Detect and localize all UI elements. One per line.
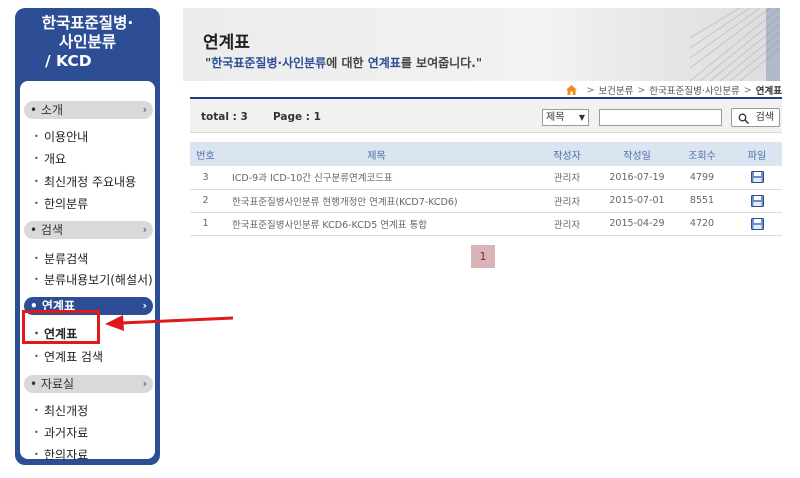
page-header-banner: 연계표 "한국표준질병·사인분류에 대한 연계표를 보여줍니다." — [183, 8, 780, 81]
row-author: 관리자 — [532, 166, 602, 190]
pagination-page-current[interactable]: 1 — [471, 245, 495, 268]
bullet-icon: • — [34, 177, 39, 186]
row-author: 관리자 — [532, 189, 602, 213]
breadcrumb-current: 연계표 — [755, 86, 782, 97]
menu-item-korean-medicine[interactable]: • 한의분류 — [20, 196, 150, 212]
column-header-number: 번호 — [190, 142, 221, 166]
menu-category-label: 소개 — [40, 103, 63, 117]
chevron-down-icon: ▼ — [578, 113, 585, 122]
column-header-date: 작성일 — [602, 142, 672, 166]
bullet-icon: • — [34, 132, 39, 141]
row-file — [732, 212, 782, 236]
disk-file-icon[interactable] — [750, 217, 764, 230]
row-views: 4799 — [672, 166, 732, 190]
bullet-icon: • — [34, 275, 39, 284]
table-row[interactable]: 2 한국표준질병사인분류 현행개정안 연계표(KCD7-KCD6) 관리자 20… — [190, 189, 782, 213]
row-file — [732, 166, 782, 190]
page-indicator: Page : 1 — [273, 111, 321, 123]
column-header-title: 제목 — [221, 142, 532, 166]
menu-item-korean-medicine-data[interactable]: • 한의자료 — [20, 447, 150, 463]
menu-item-classification-view[interactable]: • 분류내용보기(해설서) — [20, 272, 153, 288]
column-header-views: 조회수 — [672, 142, 732, 166]
page-description: "한국표준질병·사인분류에 대한 연계표를 보여줍니다." — [205, 56, 483, 70]
home-icon[interactable] — [566, 85, 578, 95]
chevron-right-icon: › — [142, 103, 147, 116]
row-views: 4720 — [672, 212, 732, 236]
row-title-link[interactable]: 한국표준질병사인분류 현행개정안 연계표(KCD7-KCD6) — [221, 189, 532, 213]
menu-item-past-data[interactable]: • 과거자료 — [20, 425, 150, 441]
table-header-row: 번호 제목 작성자 작성일 조회수 파일 — [190, 142, 782, 166]
breadcrumb-item[interactable]: 보건분류 — [598, 83, 633, 97]
search-button[interactable]: 검색 — [731, 108, 780, 127]
row-number: 2 — [190, 189, 221, 213]
table-row[interactable]: 1 한국표준질병사인분류 KCD6-KCD5 연계표 통합 관리자 2015-0… — [190, 212, 782, 236]
row-views: 8551 — [672, 189, 732, 213]
search-input[interactable] — [599, 109, 722, 126]
sidebar-menu: • 소개 › • 이용안내 • 개요 • 최신개정 주요내용 • 한의분류 • 검색 ›… — [20, 81, 155, 462]
bullet-icon: • — [34, 254, 39, 263]
row-file — [732, 189, 782, 213]
menu-item-overview[interactable]: • 개요 — [20, 151, 150, 167]
menu-item-crosswalk-search[interactable]: • 연계표 검색 — [20, 349, 150, 365]
red-arrow-icon — [105, 315, 234, 331]
chevron-right-icon: › — [142, 377, 147, 390]
breadcrumb: > 보건분류 > 한국표준질병·사인분류 > 연계표 — [566, 83, 782, 97]
chevron-right-icon: › — [142, 223, 147, 236]
sidebar-title-kcd: / KCD — [45, 52, 92, 70]
row-number: 3 — [190, 166, 221, 190]
bullet-icon: • — [34, 352, 39, 361]
row-title-link[interactable]: ICD-9과 ICD-10간 신구분류연계코드표 — [221, 166, 532, 190]
bullet-icon: • — [34, 450, 39, 459]
search-icon — [738, 113, 749, 124]
disk-file-icon[interactable] — [750, 171, 764, 184]
table-row[interactable]: 3 ICD-9과 ICD-10간 신구분류연계코드표 관리자 2016-07-1… — [190, 166, 782, 190]
row-number: 1 — [190, 212, 221, 236]
search-field-select[interactable]: 제목 ▼ — [542, 109, 589, 126]
row-author: 관리자 — [532, 212, 602, 236]
row-title-link[interactable]: 한국표준질병사인분류 KCD6-KCD5 연계표 통합 — [221, 212, 532, 236]
column-header-file: 파일 — [732, 142, 782, 166]
row-date: 2015-04-29 — [602, 212, 672, 236]
menu-category-archive[interactable]: • 자료실 › — [24, 375, 153, 393]
bullet-icon: • — [34, 428, 39, 437]
menu-category-intro[interactable]: • 소개 › — [24, 101, 153, 119]
menu-item-classification-search[interactable]: • 분류검색 — [20, 251, 150, 267]
breadcrumb-item[interactable]: 한국표준질병·사인분류 — [649, 83, 739, 97]
list-toolbar: total : 3 Page : 1 제목 ▼ 검색 — [190, 99, 782, 133]
page-title: 연계표 — [203, 33, 250, 53]
sidebar-title[interactable]: 한국표준질병· 사인분류 / KCD — [15, 14, 160, 71]
bullet-icon: • — [34, 199, 39, 208]
bullet-icon: • — [34, 406, 39, 415]
banner-decoration — [690, 8, 780, 81]
disk-file-icon[interactable] — [750, 194, 764, 207]
row-date: 2015-07-01 — [602, 189, 672, 213]
sidebar-title-line1: 한국표준질병· — [41, 14, 134, 32]
menu-category-search[interactable]: • 검색 › — [24, 221, 153, 239]
column-header-author: 작성자 — [532, 142, 602, 166]
sidebar: 한국표준질병· 사인분류 / KCD • 소개 › • 이용안내 • 개요 • 최신개… — [15, 8, 160, 465]
menu-item-recent-revision[interactable]: • 최신개정 주요내용 — [20, 174, 150, 190]
menu-item-latest-revision[interactable]: • 최신개정 — [20, 403, 150, 419]
sidebar-title-line2: 사인분류 — [58, 33, 117, 51]
highlight-box — [22, 310, 100, 344]
menu-item-usage-guide[interactable]: • 이용안내 — [20, 129, 150, 145]
crosswalk-table: 번호 제목 작성자 작성일 조회수 파일 3 ICD-9과 ICD-10간 신구… — [190, 142, 782, 236]
menu-category-label: 자료실 — [40, 377, 75, 391]
bullet-icon: • — [34, 154, 39, 163]
total-count: total : 3 — [201, 111, 248, 123]
row-date: 2016-07-19 — [602, 166, 672, 190]
menu-category-label: 검색 — [40, 223, 63, 237]
